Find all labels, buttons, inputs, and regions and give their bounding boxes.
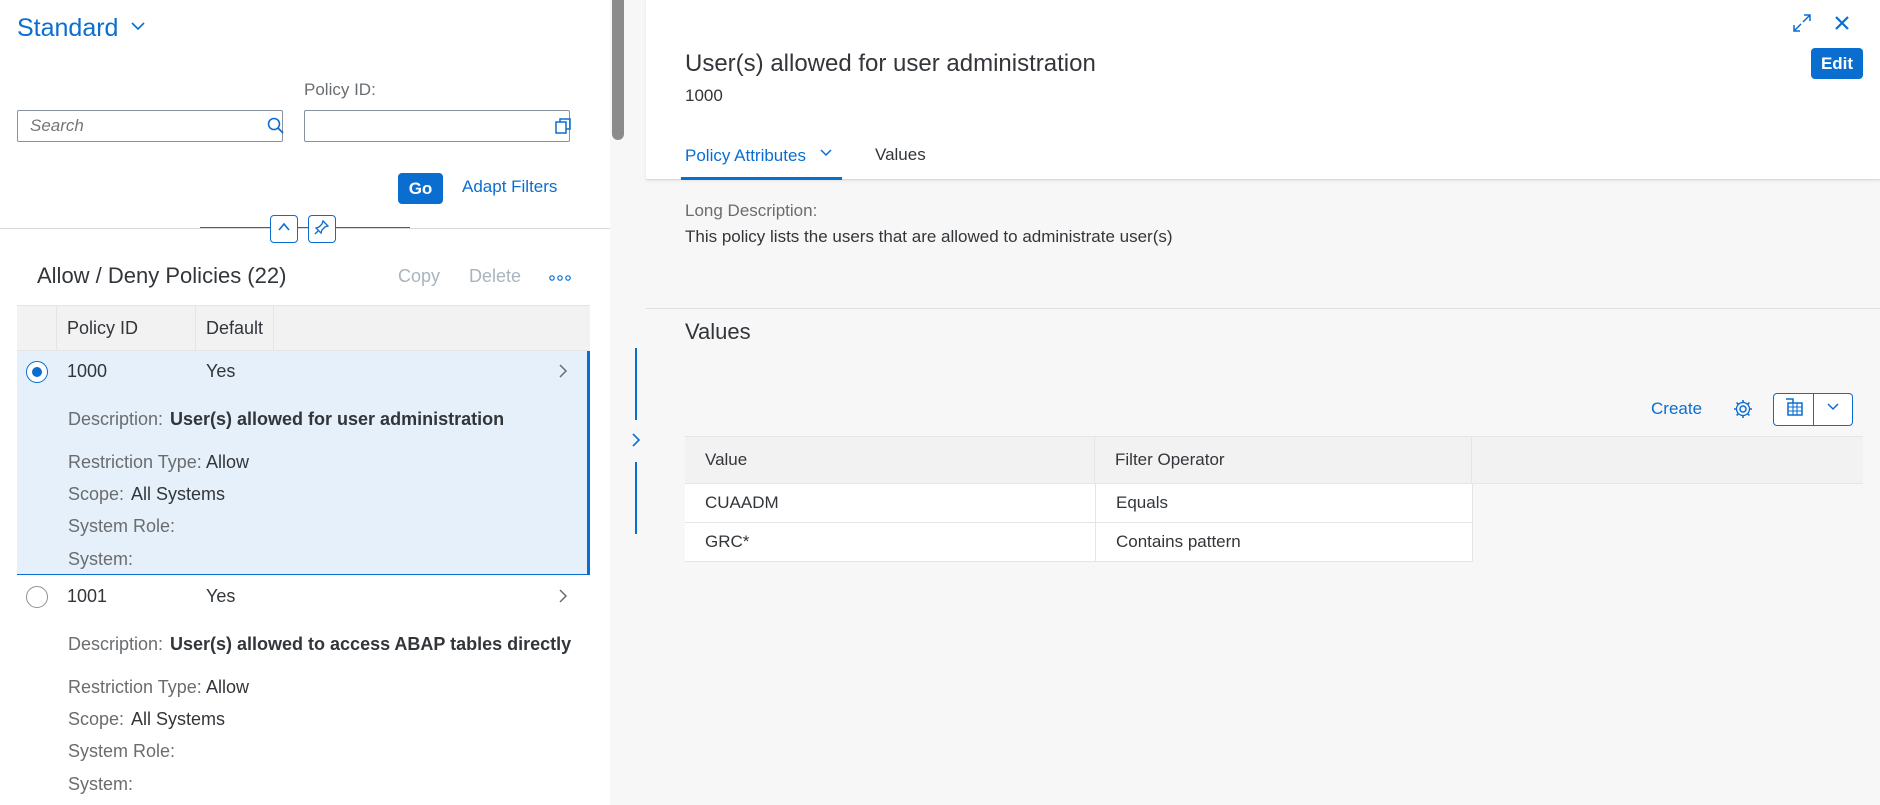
header-divider-accent xyxy=(200,227,410,228)
column-header-value[interactable]: Value xyxy=(685,437,1095,483)
chevron-down-icon xyxy=(818,145,834,166)
object-page: Edit User(s) allowed for user administra… xyxy=(646,0,1880,805)
select-column-header xyxy=(17,306,57,350)
edit-button[interactable]: Edit xyxy=(1811,48,1863,79)
table-row[interactable]: GRC* Contains pattern xyxy=(685,523,1472,562)
tab-values[interactable]: Values xyxy=(875,145,926,165)
column-splitter[interactable] xyxy=(626,0,646,805)
tab-policy-attributes[interactable]: Policy Attributes xyxy=(685,145,834,166)
tab-label: Policy Attributes xyxy=(685,145,806,165)
list-title: Allow / Deny Policies (22) xyxy=(37,263,287,288)
variant-selector[interactable]: Standard xyxy=(17,14,148,43)
value-help-icon[interactable] xyxy=(553,111,573,141)
row-default: Yes xyxy=(206,361,236,381)
variant-title: Standard xyxy=(17,14,119,42)
row-scope-label: Scope: xyxy=(68,709,125,729)
export-split-button[interactable] xyxy=(1773,393,1853,426)
row-restriction: Allow xyxy=(206,677,250,697)
overflow-button[interactable] xyxy=(547,268,573,288)
close-icon xyxy=(1833,14,1851,37)
copy-button[interactable]: Copy xyxy=(398,266,440,287)
chevron-right-icon[interactable] xyxy=(555,588,571,604)
policy-id-label: Policy ID: xyxy=(304,80,376,99)
policy-id-input[interactable] xyxy=(305,111,553,141)
long-description-label: Long Description: xyxy=(685,201,818,220)
splitter-bar-bottom xyxy=(635,462,637,534)
row-description-label: Description: xyxy=(68,409,164,429)
row-scope: All Systems xyxy=(131,484,226,504)
chevron-down-icon xyxy=(1825,399,1841,420)
table-row[interactable]: CUAADM Equals xyxy=(685,484,1472,523)
cell-value: GRC* xyxy=(705,532,750,551)
export-button[interactable] xyxy=(1774,394,1814,425)
list-item[interactable]: 1000 Yes Description: User(s) allowed fo… xyxy=(17,351,590,575)
row-restriction-label: Restriction Type: xyxy=(68,452,202,472)
values-table-header: Value Filter Operator xyxy=(685,436,1863,484)
table-settings-button[interactable] xyxy=(1729,397,1757,425)
pin-icon xyxy=(314,219,330,240)
search-field xyxy=(17,110,286,142)
object-page-header: Edit User(s) allowed for user administra… xyxy=(646,0,1880,180)
collapse-header-button[interactable] xyxy=(270,215,298,243)
chevron-right-icon[interactable] xyxy=(555,363,571,379)
cell-value: CUAADM xyxy=(705,493,779,512)
chevron-right-icon[interactable] xyxy=(628,432,644,448)
exit-fullscreen-button[interactable] xyxy=(1789,12,1815,38)
scrollbar-thumb[interactable] xyxy=(612,0,624,140)
search-input[interactable] xyxy=(18,111,266,141)
create-button[interactable]: Create xyxy=(1651,399,1702,419)
header-divider xyxy=(0,228,610,229)
section-divider xyxy=(646,308,1880,309)
row-policy-id: 1001 xyxy=(67,586,108,606)
row-scope: All Systems xyxy=(131,709,226,729)
chevron-down-icon xyxy=(128,16,148,41)
row-system-role-label: System Role: xyxy=(68,741,176,761)
collapse-up-icon xyxy=(276,219,292,240)
object-subtitle: 1000 xyxy=(685,86,723,105)
active-tab-indicator xyxy=(681,177,842,180)
go-button[interactable]: Go xyxy=(398,173,443,204)
export-menu-button[interactable] xyxy=(1814,394,1852,425)
column-header-filter-operator[interactable]: Filter Operator xyxy=(1095,437,1472,483)
splitter-bar-top xyxy=(635,348,637,420)
row-system-label: System: xyxy=(68,774,134,794)
cell-filter-operator: Equals xyxy=(1095,484,1472,522)
row-description-label: Description: xyxy=(68,634,164,654)
values-table: Value Filter Operator CUAADM Equals GRC*… xyxy=(685,436,1863,562)
row-scope-label: Scope: xyxy=(68,484,125,504)
tab-label: Values xyxy=(875,145,926,164)
long-description-value: This policy lists the users that are all… xyxy=(685,227,1173,246)
filter-list-pane: Standard Policy ID: Go Adapt Filters All… xyxy=(0,0,610,805)
close-button[interactable] xyxy=(1829,12,1855,38)
row-radio-button[interactable] xyxy=(26,586,48,608)
row-system-label: System: xyxy=(68,549,134,569)
row-radio-button[interactable] xyxy=(26,361,48,383)
values-section-title: Values xyxy=(685,319,751,344)
object-title: User(s) allowed for user administration xyxy=(685,50,1096,77)
table-empty-area xyxy=(1472,484,1863,562)
column-header-default[interactable]: Default xyxy=(196,306,274,350)
row-default: Yes xyxy=(206,586,236,606)
overflow-icon xyxy=(549,269,571,287)
exit-fullscreen-icon xyxy=(1792,13,1812,38)
column-header-policy-id[interactable]: Policy ID xyxy=(57,306,196,350)
policy-id-field xyxy=(304,110,573,142)
row-restriction-label: Restriction Type: xyxy=(68,677,202,697)
cell-filter-operator: Contains pattern xyxy=(1095,523,1472,561)
search-icon[interactable] xyxy=(266,111,286,141)
list-header: Policy ID Default xyxy=(17,305,590,351)
delete-button[interactable]: Delete xyxy=(469,266,521,287)
export-icon xyxy=(1783,396,1805,423)
settings-icon xyxy=(1732,398,1754,425)
row-restriction: Allow xyxy=(206,452,250,472)
row-system-role-label: System Role: xyxy=(68,516,176,536)
list-item[interactable]: 1001 Yes Description: User(s) allowed to… xyxy=(17,576,590,800)
adapt-filters-button[interactable]: Adapt Filters xyxy=(462,177,557,197)
row-description: User(s) allowed to access ABAP tables di… xyxy=(170,634,572,654)
row-policy-id: 1000 xyxy=(67,361,108,381)
row-description: User(s) allowed for user administration xyxy=(170,409,505,429)
pin-header-button[interactable] xyxy=(308,215,336,243)
list-scrollbar[interactable] xyxy=(610,0,626,805)
